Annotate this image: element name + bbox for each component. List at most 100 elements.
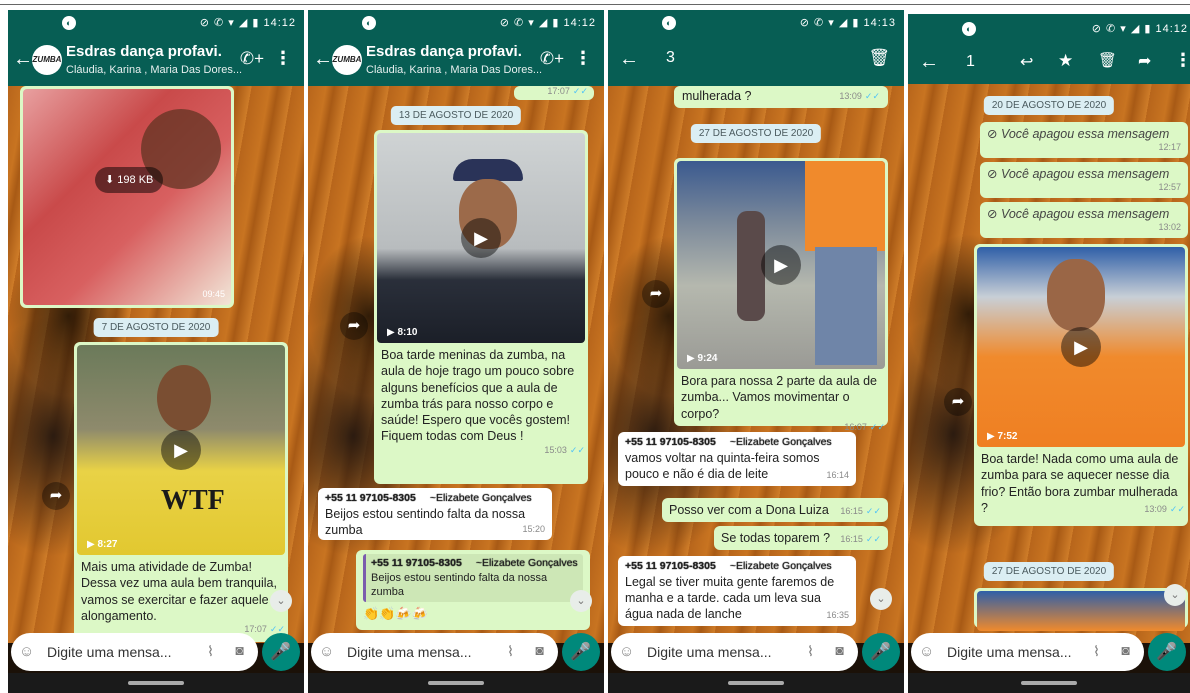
more-options-icon[interactable]: ⋮ bbox=[274, 48, 292, 69]
chat-area[interactable]: 17:07 ✓✓ 13 DE AGOSTO DE 2020 ➦ ▶ ▶ 8:10 … bbox=[308, 86, 604, 643]
forward-icon[interactable]: ➦ bbox=[642, 280, 670, 308]
app-notification-icon: ◐ bbox=[962, 22, 976, 36]
app-notification-icon: ◐ bbox=[362, 16, 376, 30]
scroll-down-button[interactable]: ⌄ bbox=[870, 588, 892, 610]
mic-button[interactable]: 🎤 bbox=[1148, 633, 1186, 671]
attach-icon[interactable]: ⌇ bbox=[1093, 643, 1100, 660]
chat-participants[interactable]: Cláudia, Karina , Maria Das Dores... bbox=[366, 64, 542, 76]
status-bar: ◐ ⊘ ✆ ▾ ◢ ▮ 14:12 bbox=[8, 10, 304, 36]
forward-icon[interactable]: ➦ bbox=[42, 482, 70, 510]
quoted-text: Beijos estou sentindo falta da nossa zum… bbox=[371, 571, 548, 598]
emoji-icon[interactable]: ☺ bbox=[919, 643, 934, 660]
cap-image bbox=[453, 159, 523, 181]
back-arrow-icon[interactable]: ← bbox=[12, 48, 34, 71]
orange-hoodie-image bbox=[805, 161, 885, 251]
status-bar: ◐ ⊘ ✆ ▾ ◢ ▮ 14:12 bbox=[308, 10, 604, 36]
reply-icon[interactable]: ↩ bbox=[1020, 52, 1033, 72]
delete-icon[interactable]: 🗑 bbox=[1098, 51, 1117, 69]
video-caption: Boa tarde meninas da zumba, na aula de h… bbox=[381, 348, 575, 444]
play-icon[interactable]: ▶ bbox=[461, 218, 501, 258]
play-icon[interactable]: ▶ bbox=[1061, 327, 1101, 367]
attach-icon[interactable]: ⌇ bbox=[807, 643, 814, 660]
date-separator: 13 DE AGOSTO DE 2020 bbox=[390, 106, 522, 125]
home-gesture-pill[interactable] bbox=[1021, 681, 1077, 685]
status-icons: ⊘ ✆ ▾ ◢ ▮ 14:13 bbox=[799, 17, 896, 29]
mic-button[interactable]: 🎤 bbox=[262, 633, 300, 671]
message-input[interactable]: ☺ Digite uma mensa... ⌇ ◙ bbox=[311, 633, 558, 671]
chat-area[interactable]: 20 DE AGOSTO DE 2020 ⊘ Você apagou essa … bbox=[908, 84, 1190, 643]
outgoing-message[interactable]: Se todas toparem ? 16:15 ✓✓ bbox=[714, 526, 888, 551]
image-message[interactable]: ⬇ 198 KB 09:45 bbox=[20, 86, 234, 308]
quoted-message[interactable]: +55 11 97105-8305 ~Elizabete Gonçalves Be… bbox=[363, 554, 583, 603]
delete-icon[interactable]: 🗑 bbox=[868, 48, 890, 68]
chat-participants[interactable]: Cláudia, Karina , Maria Das Dores... bbox=[66, 64, 242, 76]
video-message[interactable]: ▶ ▶ 7:52 Boa tarde! Nada como uma aula d… bbox=[974, 244, 1188, 526]
forward-icon[interactable]: ➦ bbox=[340, 312, 368, 340]
home-gesture-pill[interactable] bbox=[728, 681, 784, 685]
video-message[interactable]: WTF ▶ ▶ 8:27 Mais uma atividade de Zumba… bbox=[74, 342, 288, 642]
chat-title[interactable]: Esdras dança profavi. bbox=[366, 43, 522, 60]
message-input[interactable]: ☺ Digite uma mensa... ⌇ ◙ bbox=[911, 633, 1144, 671]
scroll-down-button[interactable]: ⌄ bbox=[570, 590, 592, 612]
group-avatar[interactable]: ZUMBA bbox=[32, 45, 62, 75]
chat-area[interactable]: ⬇ 198 KB 09:45 7 DE AGOSTO DE 2020 ➦ WTF… bbox=[8, 86, 304, 643]
deleted-message[interactable]: ⊘ Você apagou essa mensagem 13:02 bbox=[980, 202, 1188, 238]
emoji-icon[interactable]: ☺ bbox=[19, 643, 34, 660]
chat-area[interactable]: mulherada ? 13:09 ✓✓ 27 DE AGOSTO DE 2020… bbox=[608, 86, 904, 643]
camera-icon[interactable]: ◙ bbox=[1122, 642, 1130, 658]
more-options-icon[interactable]: ⋮ bbox=[1174, 50, 1190, 71]
incoming-message[interactable]: +55 11 97105-8305 ~Elizabete Gonçalves va… bbox=[618, 432, 856, 486]
camera-icon[interactable]: ◙ bbox=[236, 642, 244, 658]
play-icon[interactable]: ▶ bbox=[761, 245, 801, 285]
mic-button[interactable]: 🎤 bbox=[862, 633, 900, 671]
incoming-message[interactable]: +55 11 97105-8305 ~Elizabete Gonçalves Be… bbox=[318, 488, 552, 540]
selected-count: 3 bbox=[666, 49, 675, 66]
phone-screen-2: ◐ ⊘ ✆ ▾ ◢ ▮ 14:12 ← ZUMBA Esdras dança p… bbox=[308, 10, 604, 693]
video-message[interactable]: ▶ ▶ 8:10 Boa tarde meninas da zumba, na … bbox=[374, 130, 588, 484]
camera-icon[interactable]: ◙ bbox=[836, 642, 844, 658]
reply-message[interactable]: +55 11 97105-8305 ~Elizabete Gonçalves Be… bbox=[356, 550, 590, 630]
date-separator: 27 DE AGOSTO DE 2020 bbox=[983, 562, 1115, 581]
video-caption: Mais uma atividade de Zumba! Dessa vez u… bbox=[81, 560, 277, 623]
deleted-message[interactable]: ⊘ Você apagou essa mensagem 12:17 bbox=[980, 122, 1188, 158]
download-button[interactable]: ⬇ 198 KB bbox=[95, 167, 164, 194]
outgoing-message[interactable]: Posso ver com a Dona Luiza 16:15 ✓✓ bbox=[662, 498, 888, 523]
add-call-icon[interactable]: ✆+ bbox=[540, 49, 564, 69]
video-message-partial[interactable] bbox=[974, 588, 1188, 631]
forward-action-icon[interactable]: ➦ bbox=[1138, 51, 1151, 71]
nav-bar bbox=[308, 673, 604, 693]
message-input[interactable]: ☺ Digite uma mensa... ⌇ ◙ bbox=[11, 633, 258, 671]
back-arrow-icon[interactable]: ← bbox=[618, 48, 640, 71]
group-avatar[interactable]: ZUMBA bbox=[332, 45, 362, 75]
quoted-sender: +55 11 97105-8305 ~Elizabete Gonçalves bbox=[371, 557, 578, 569]
status-icons: ⊘ ✆ ▾ ◢ ▮ 14:12 bbox=[499, 17, 596, 29]
date-separator: 20 DE AGOSTO DE 2020 bbox=[983, 96, 1115, 115]
attach-icon[interactable]: ⌇ bbox=[507, 643, 514, 660]
incoming-message[interactable]: +55 11 97105-8305 ~Elizabete Gonçalves Le… bbox=[618, 556, 856, 627]
back-arrow-icon[interactable]: ← bbox=[312, 48, 334, 71]
back-arrow-icon[interactable]: ← bbox=[918, 51, 940, 74]
message-input[interactable]: ☺ Digite uma mensa... ⌇ ◙ bbox=[611, 633, 858, 671]
more-options-icon[interactable]: ⋮ bbox=[574, 48, 592, 69]
mic-button[interactable]: 🎤 bbox=[562, 633, 600, 671]
emoji-icon[interactable]: ☺ bbox=[619, 643, 634, 660]
previous-message-tail[interactable]: mulherada ? 13:09 ✓✓ bbox=[674, 86, 888, 108]
scroll-down-button[interactable]: ⌄ bbox=[270, 590, 292, 612]
camera-icon[interactable]: ◙ bbox=[536, 642, 544, 658]
message-time: 16:15 ✓✓ bbox=[840, 534, 881, 544]
star-icon[interactable]: ★ bbox=[1058, 51, 1073, 71]
add-call-icon[interactable]: ✆+ bbox=[240, 49, 264, 69]
attach-icon[interactable]: ⌇ bbox=[207, 643, 214, 660]
video-message[interactable]: ▶ ▶ 9:24 Bora para nossa 2 parte da aula… bbox=[674, 158, 888, 432]
shirt-print: WTF bbox=[161, 485, 225, 516]
scroll-down-button[interactable]: ⌄ bbox=[1164, 584, 1186, 606]
home-gesture-pill[interactable] bbox=[428, 681, 484, 685]
message-placeholder: Digite uma mensa... bbox=[47, 644, 172, 660]
emoji-icon[interactable]: ☺ bbox=[319, 643, 334, 660]
play-icon[interactable]: ▶ bbox=[161, 430, 201, 470]
home-gesture-pill[interactable] bbox=[128, 681, 184, 685]
message-placeholder: Digite uma mensa... bbox=[647, 644, 772, 660]
forward-icon[interactable]: ➦ bbox=[944, 388, 972, 416]
chat-title[interactable]: Esdras dança profavi. bbox=[66, 43, 222, 60]
deleted-message[interactable]: ⊘ Você apagou essa mensagem 12:57 bbox=[980, 162, 1188, 198]
